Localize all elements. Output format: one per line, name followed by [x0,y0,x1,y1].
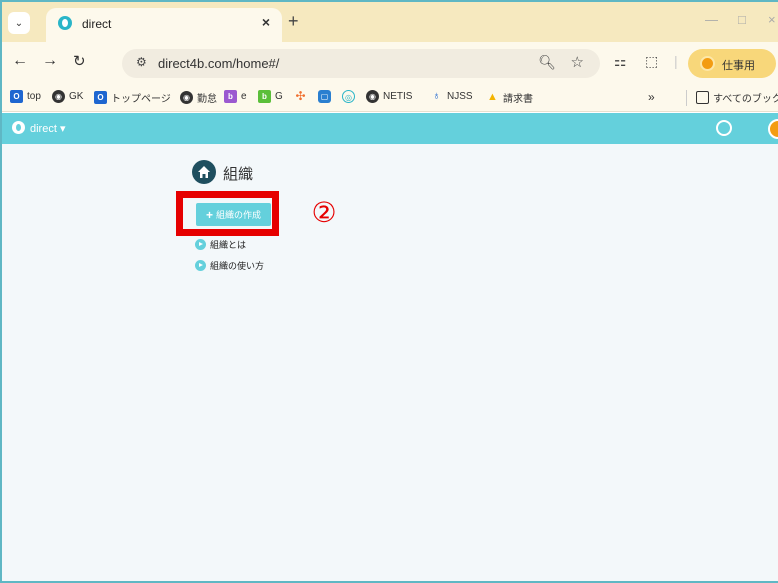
bookmark-njss[interactable]: ♁ NJSS [430,90,472,103]
translate-icon[interactable]: ⚏ [614,53,627,70]
page-title: 組織 [223,166,254,183]
bookmark-all-folder[interactable]: すべてのブックマーク [696,90,778,105]
b-bookmark-icon: b [258,90,271,103]
njss-icon: ♁ [432,90,441,102]
more-bookmarks-icon[interactable]: » [648,90,655,104]
profile-label: 仕事用 [722,60,755,72]
bookmark-teal-app[interactable]: ◎ [342,90,359,103]
link-how-to-use-organization[interactable]: 組織の使い方 [195,259,264,272]
bookmark-gk[interactable]: ◉ GK [52,90,83,103]
create-organization-label: 組織の作成 [216,210,262,220]
play-icon [195,239,206,250]
browser-toolbar: ← → ↻ ⚙ direct4b.com/home#/ 🔍︎ ☆ ⚏ ⬚ | 仕… [2,42,778,84]
b-bookmark-icon: b [224,90,237,103]
minimize-button[interactable]: — [705,12,718,27]
site-info-icon[interactable]: ⚙ [136,55,147,69]
plus-icon: + [205,207,213,222]
direct-favicon-icon [58,16,72,30]
bookmark-toppage[interactable]: O トップページ [94,90,171,105]
browser-tab[interactable]: direct × [46,8,282,42]
bookmark-blue-app[interactable]: ▢ [318,90,335,103]
bookmark-e[interactable]: be [224,90,247,103]
forward-arrow-icon[interactable]: → [42,52,58,70]
address-bar[interactable]: ⚙ direct4b.com/home#/ 🔍︎ ☆ [122,49,600,78]
app-icon: ◎ [342,90,355,103]
profile-avatar-icon [700,56,715,71]
app-icon: ▢ [318,90,331,103]
home-icon [192,160,216,184]
bookmarks-divider [686,90,687,106]
create-organization-button[interactable]: + 組織の作成 [196,203,271,226]
back-arrow-icon[interactable]: ← [12,52,28,70]
play-icon [195,260,206,271]
close-tab-icon[interactable]: × [262,14,270,30]
zoom-icon[interactable]: 🔍︎ [538,54,556,71]
notification-icon[interactable] [716,120,732,136]
chevron-down-icon[interactable]: ⌄ [8,12,30,34]
direct-logo-icon [12,121,25,134]
drive-icon: ▲ [487,91,498,103]
url-text[interactable]: direct4b.com/home#/ [158,56,279,71]
globe-icon: ◉ [52,90,65,103]
globe-icon: ◉ [180,91,193,104]
new-tab-button[interactable]: + [288,11,299,32]
bookmark-hubspot[interactable]: ✣ [294,90,311,103]
tab-strip: ⌄ direct × + — □ × [2,2,778,42]
browser-window: ⌄ direct × + — □ × ← → ↻ ⚙ direct4b.com/… [0,0,778,583]
extensions-icon[interactable]: ⬚ [645,53,658,70]
app-header: direct ▾ [2,113,778,144]
bookmark-seikyusho[interactable]: ▲ 請求書 [486,90,533,105]
tab-title: direct [82,17,112,31]
user-avatar[interactable] [768,119,778,139]
main-content: 組織 + 組織の作成 ② 組織とは 組織の使い方 [2,144,778,581]
toolbar-divider: | [674,53,678,69]
profile-button[interactable]: 仕事用 [688,49,776,78]
globe-icon: ◉ [366,90,379,103]
bookmark-star-icon[interactable]: ☆ [571,53,584,71]
link-what-is-organization[interactable]: 組織とは [195,238,246,251]
top-bookmark-icon: O [10,90,23,103]
bookmark-netis[interactable]: ◉ NETIS [366,90,412,103]
toppage-bookmark-icon: O [94,91,107,104]
app-title-dropdown[interactable]: direct ▾ [30,122,65,135]
maximize-button[interactable]: □ [738,12,746,27]
bookmark-top[interactable]: Otop [10,90,41,103]
reload-icon[interactable]: ↻ [73,52,86,70]
bookmark-kintai[interactable]: ◉ 勤怠 [180,90,217,105]
folder-icon [696,91,709,104]
hubspot-icon: ✣ [295,89,306,103]
bookmark-g[interactable]: bG [258,90,283,103]
bookmarks-bar: Otop ◉ GK O トップページ ◉ 勤怠 be bG ✣ ▢ ◎ ◉ NETIS … [2,84,778,112]
step-number-annotation: ② [311,197,337,228]
close-window-button[interactable]: × [768,12,776,27]
